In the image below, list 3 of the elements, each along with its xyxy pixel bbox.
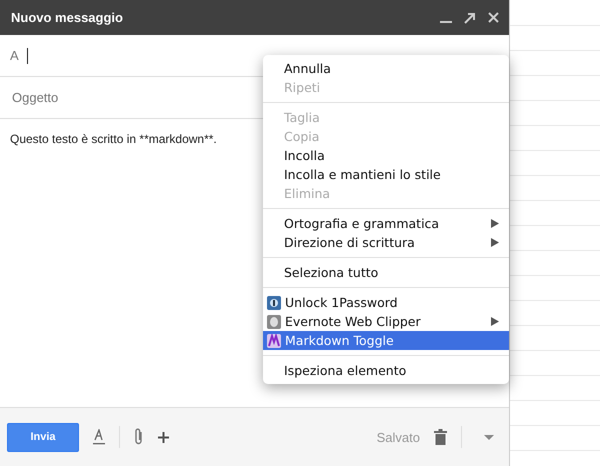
to-label: A bbox=[10, 48, 19, 63]
window-title: Nuovo messaggio bbox=[11, 10, 124, 25]
saved-status: Salvato bbox=[376, 430, 420, 444]
